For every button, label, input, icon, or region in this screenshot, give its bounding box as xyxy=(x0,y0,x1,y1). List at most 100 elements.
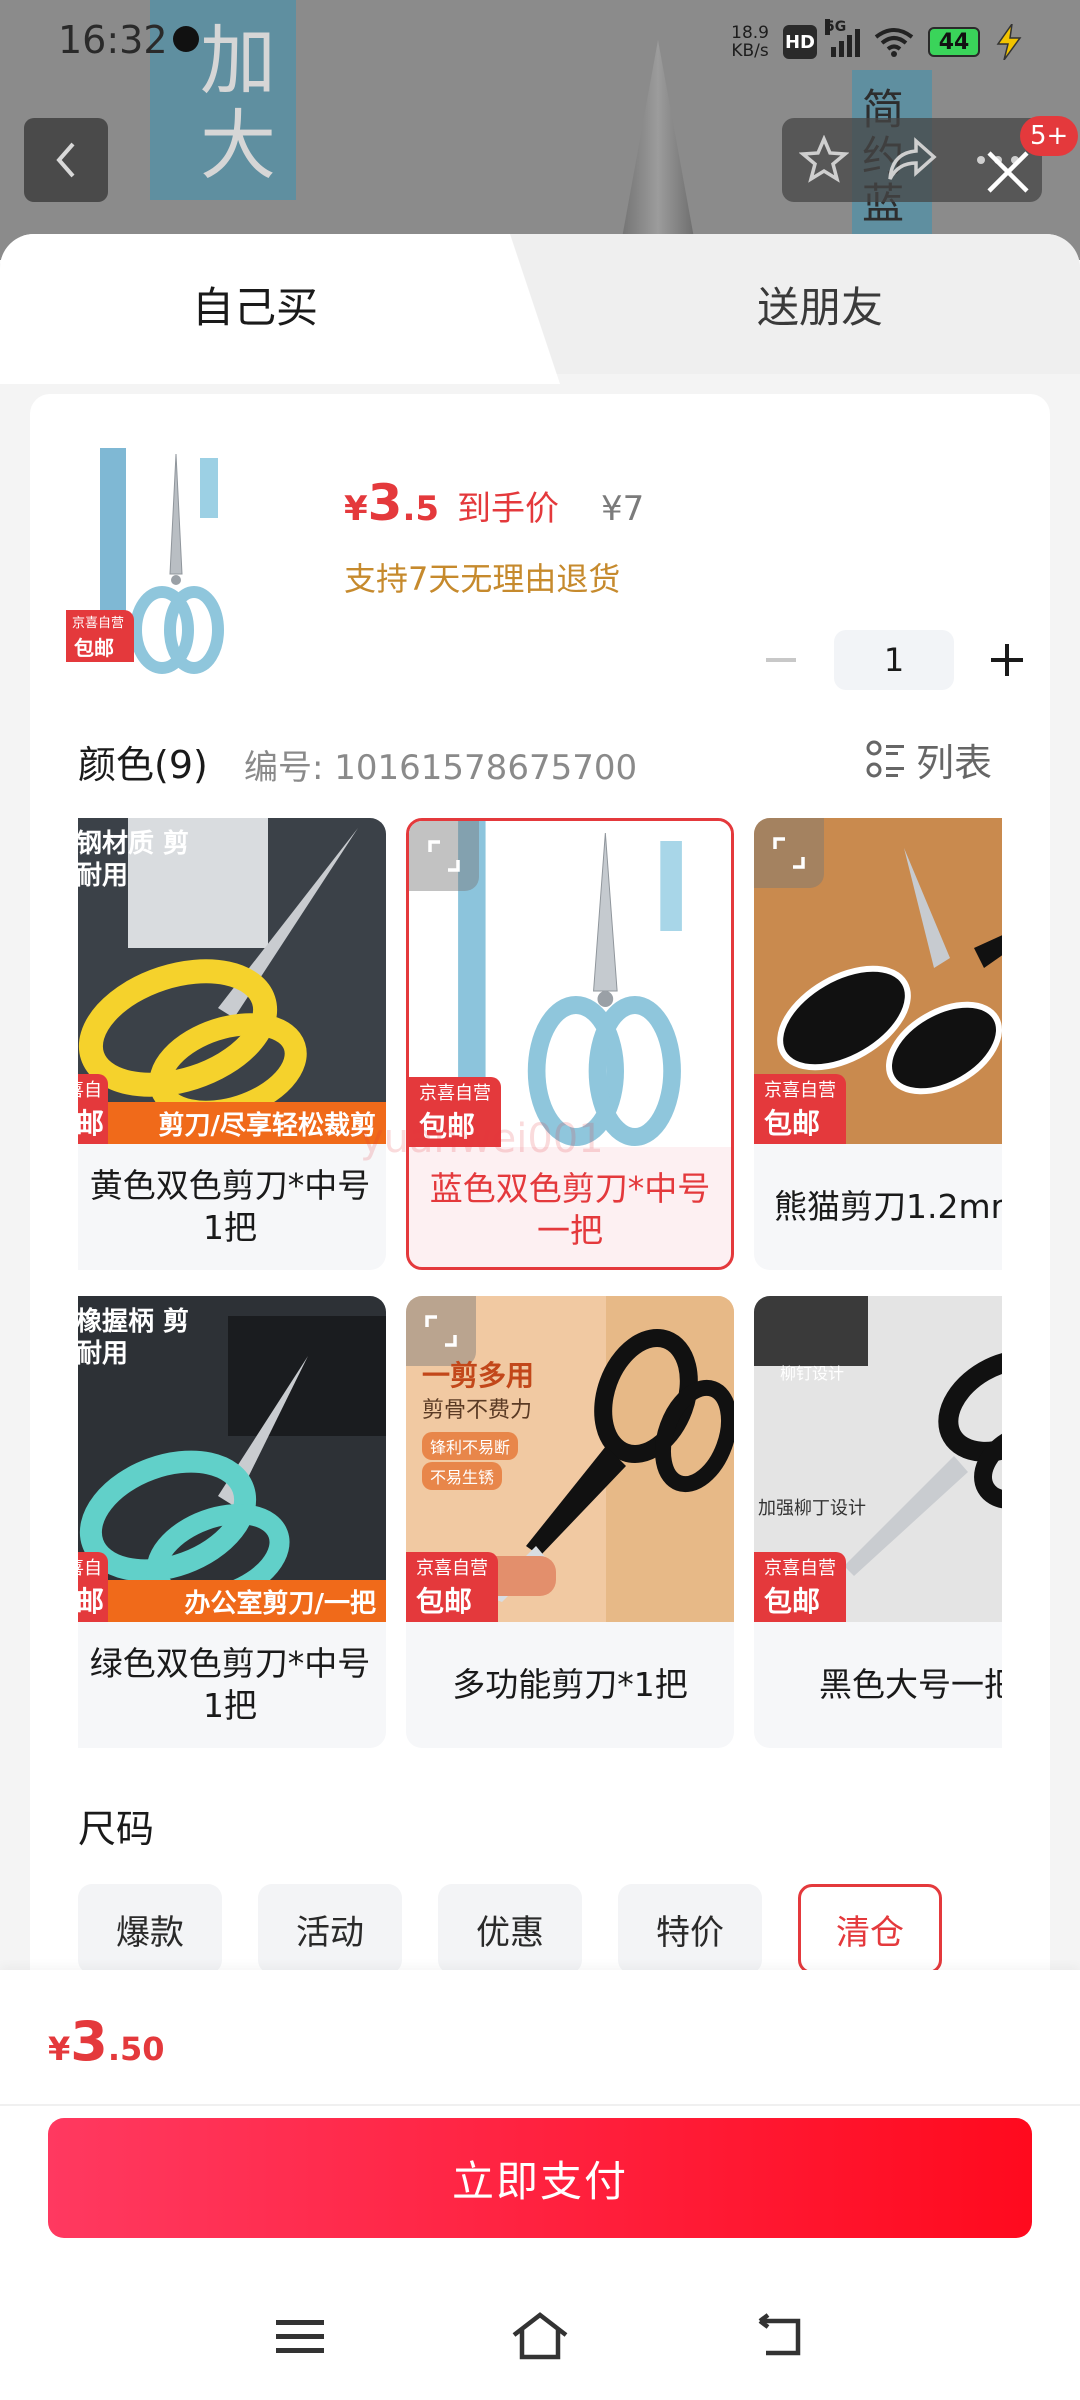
price-suffix: 到手价 xyxy=(457,489,560,529)
jd-badge-top: 京喜自营 xyxy=(764,1558,836,1579)
expand-image-button[interactable] xyxy=(409,821,479,891)
thumbnail-badge: 京喜自营 包邮 xyxy=(66,610,134,662)
color-option-label: 熊猫剪刀1.2mm把 xyxy=(774,1187,1002,1226)
sku-card: 京喜自营 包邮 ¥3.5 到手价 ¥7 支持7天无理由退货 1 颜色(9) 编号… xyxy=(30,394,1050,2214)
promo-subtitle: 剪骨不费力 xyxy=(422,1398,533,1423)
jd-badge-top: 京喜自营 xyxy=(416,1558,488,1579)
size-option-selected[interactable]: 清仓 xyxy=(798,1884,942,1974)
status-time: 16:32 xyxy=(58,18,168,62)
color-section-title: 颜色(9) xyxy=(78,743,208,787)
sku-number: 编号: 10161578675700 xyxy=(244,748,638,788)
jd-badge-bottom: 包邮 xyxy=(416,1585,473,1618)
color-option-label: 多功能剪刀*1把 xyxy=(452,1665,688,1704)
back-arrow-icon xyxy=(758,2313,801,2356)
back-button[interactable] xyxy=(24,118,108,202)
camera-cutout xyxy=(173,26,199,52)
promo-title: 一剪多用 xyxy=(422,1359,535,1392)
wifi-icon xyxy=(874,28,914,57)
close-sheet-button[interactable] xyxy=(976,140,1040,204)
quantity-input[interactable]: 1 xyxy=(834,630,954,690)
jd-badge-top: 京喜自营 xyxy=(764,1080,836,1101)
expand-image-button[interactable] xyxy=(754,818,824,888)
color-option-corner-text: 橡握柄 剪耐用 xyxy=(78,1307,190,1369)
signal-icon: 5G xyxy=(825,19,860,57)
share-icon xyxy=(888,137,937,180)
system-navigation-bar xyxy=(0,2270,1080,2400)
status-icons: 18.9 KB/s HD 5G 44 xyxy=(731,19,1024,62)
list-view-toggle[interactable]: 列表 xyxy=(866,732,992,787)
size-option[interactable]: 优惠 xyxy=(438,1884,582,1974)
size-option[interactable]: 爆款 xyxy=(78,1884,222,1974)
jd-badge: 京喜自营 包邮 xyxy=(78,1552,108,1622)
price-row: ¥3.5 到手价 ¥7 xyxy=(344,474,644,532)
jd-badge-bottom: 包邮 xyxy=(764,1585,821,1618)
list-view-label: 列表 xyxy=(916,741,993,785)
size-options: 爆款 活动 优惠 特价 清仓 xyxy=(78,1884,1008,1974)
return-policy: 支持7天无理由退货 xyxy=(344,560,621,598)
checkout-footer: ¥3.50 立即支付 xyxy=(0,1970,1080,2400)
jd-badge-bottom: 包邮 xyxy=(78,1107,105,1140)
quantity-decrease-button[interactable] xyxy=(756,630,806,690)
color-option-strip: 办公室剪刀/一把 xyxy=(78,1580,386,1622)
total-price-integer: 3 xyxy=(70,2010,108,2073)
quantity-increase-button[interactable] xyxy=(982,630,1032,690)
nav-back-button[interactable] xyxy=(744,2304,816,2368)
promo-subtitle: 加强柳丁设计 xyxy=(758,1498,866,1519)
color-option-green[interactable]: 橡握柄 剪耐用 办公室剪刀/一把 京喜自营 包邮 绿色双色剪刀*中号1把 xyxy=(78,1296,386,1748)
network-speed-unit: KB/s xyxy=(731,41,769,61)
menu-icon xyxy=(276,2320,324,2353)
watermark: yuanwei001 xyxy=(360,1116,604,1162)
color-option-panda[interactable]: 京喜自营 包邮 熊猫剪刀1.2mm把 xyxy=(754,818,1002,1270)
color-option-label: 蓝色双色剪刀*中号一把 xyxy=(429,1169,711,1250)
thumbnail-badge-top: 京喜自营 xyxy=(72,616,125,631)
color-option-blue[interactable]: 京喜自营 包邮 蓝色双色剪刀*中号一把 xyxy=(406,818,734,1270)
total-price-decimal: .50 xyxy=(107,2030,165,2068)
price-currency: ¥ xyxy=(344,489,368,529)
promo-tag: 不易生锈 xyxy=(422,1462,503,1490)
purchase-tabs: 自己买 送朋友 xyxy=(0,234,1080,384)
star-icon xyxy=(799,135,849,183)
network-speed-value: 18.9 xyxy=(731,23,769,43)
promo-tag: 锋利不易断 xyxy=(422,1432,519,1460)
hd-icon: HD xyxy=(783,25,817,59)
nav-home-button[interactable] xyxy=(504,2304,576,2368)
tab-gift[interactable]: 送朋友 xyxy=(560,234,1080,374)
color-option-label: 黄色双色剪刀*中号1把 xyxy=(89,1166,371,1247)
color-option-grid: 钢材质 剪耐用 剪刀/尽享轻松裁剪 京喜自营 包邮 黄色双色剪刀*中号1把 xyxy=(78,818,1002,1758)
close-icon xyxy=(987,151,1029,193)
color-option-strip: 剪刀/尽享轻松裁剪 xyxy=(78,1102,386,1144)
battery-icon: 44 xyxy=(928,27,980,57)
jd-badge-bottom: 包邮 xyxy=(764,1107,821,1140)
color-option-multi[interactable]: 一剪多用 剪骨不费力 锋利不易断 不易生锈 京喜自营 包邮 多功能剪刀*1把 xyxy=(406,1296,734,1748)
quantity-stepper: 1 xyxy=(756,630,1032,690)
original-price: ¥7 xyxy=(601,489,645,529)
thumbnail-badge-bottom: 包邮 xyxy=(74,636,114,660)
jd-badge: 京喜自营 包邮 xyxy=(406,1552,498,1622)
price-decimal: .5 xyxy=(402,489,440,529)
plus-icon xyxy=(991,644,1023,676)
size-option[interactable]: 活动 xyxy=(258,1884,402,1974)
expand-icon xyxy=(428,840,460,872)
favorite-button[interactable] xyxy=(794,130,854,190)
share-button[interactable] xyxy=(882,130,942,190)
promo-title: 柳钉设计 xyxy=(780,1364,845,1383)
status-bar: 16:32 18.9 KB/s HD 5G 44 xyxy=(0,0,1080,84)
color-option-yellow[interactable]: 钢材质 剪耐用 剪刀/尽享轻松裁剪 京喜自营 包邮 黄色双色剪刀*中号1把 xyxy=(78,818,386,1270)
deal-price: ¥3.5 xyxy=(344,474,439,532)
chevron-left-icon xyxy=(56,142,75,178)
color-option-corner-text: 钢材质 剪耐用 xyxy=(78,829,190,891)
nav-menu-button[interactable] xyxy=(264,2304,336,2368)
jd-badge: 京喜自营 包邮 xyxy=(754,1074,846,1144)
size-section-title: 尺码 xyxy=(78,1807,155,1851)
home-icon xyxy=(512,2312,568,2360)
expand-icon xyxy=(773,837,805,869)
signal-label: 5G xyxy=(825,19,847,35)
color-option-label: 黑色大号一把 xyxy=(819,1665,1002,1704)
expand-icon xyxy=(425,1315,457,1347)
color-option-black[interactable]: 柳钉设计 加强柳丁设计 京喜自营 包邮 黑色大号一把 xyxy=(754,1296,1002,1748)
tab-self-buy-label[interactable]: 自己买 xyxy=(0,234,510,374)
total-price: ¥3.50 xyxy=(48,2010,165,2073)
pay-now-button[interactable]: 立即支付 xyxy=(48,2118,1032,2238)
size-option[interactable]: 特价 xyxy=(618,1884,762,1974)
color-option-label: 绿色双色剪刀*中号1把 xyxy=(89,1644,371,1725)
